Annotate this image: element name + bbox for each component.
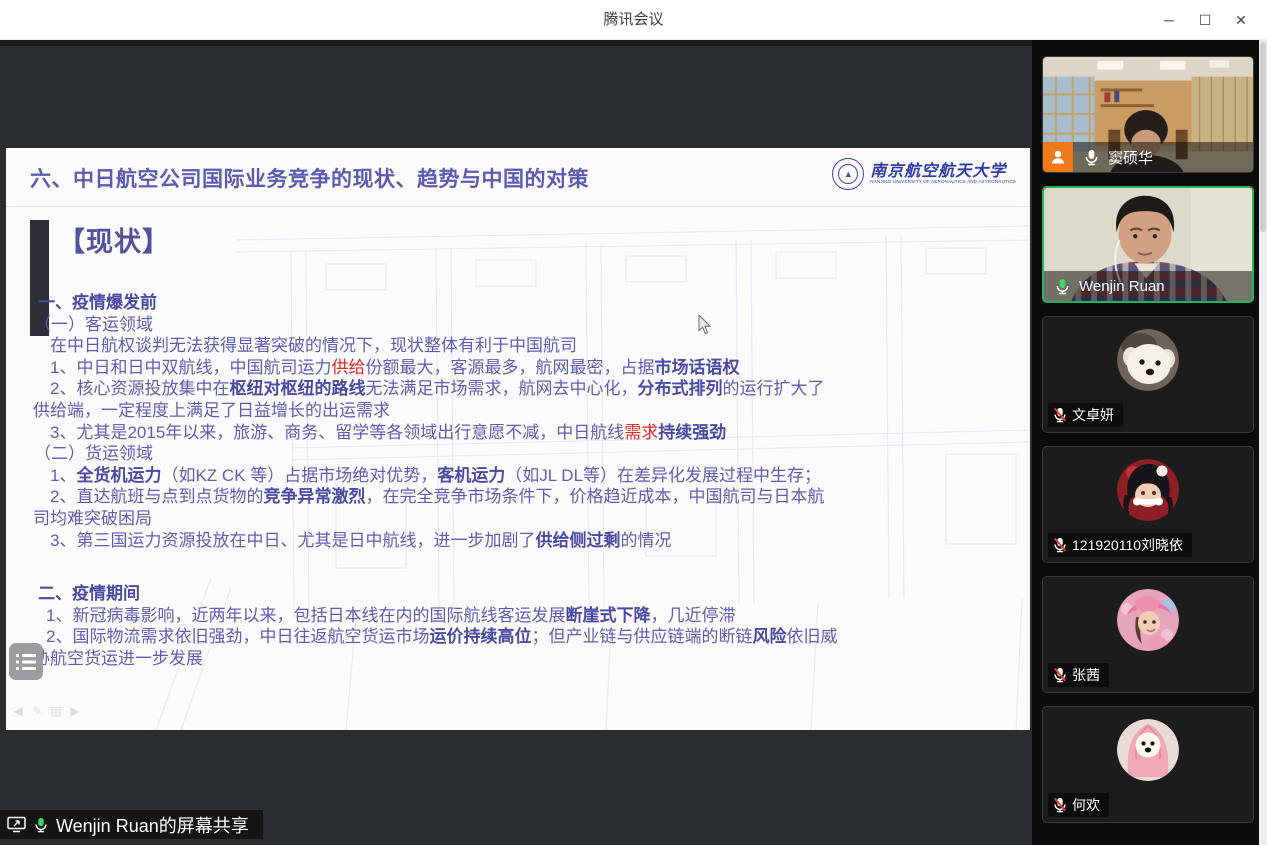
slide-title: 六、中日航空公司国际业务竞争的现状、趋势与中国的对策 (30, 163, 589, 193)
pages-icon[interactable]: ▤ (50, 704, 62, 718)
slide-text-line: 司均难突破困局 (33, 508, 1012, 530)
mic-muted-icon (1052, 797, 1068, 813)
list-icon (16, 653, 36, 671)
shared-screen-area: 六、中日航空公司国际业务竞争的现状、趋势与中国的对策 ▲ 南京航空航天大学 NA… (0, 40, 1032, 845)
slide-text-line: 2、核心资源投放集中在枢纽对枢纽的路线无法满足市场需求，航网去中心化，分布式排列… (50, 378, 1012, 400)
screen-share-label: Wenjin Ruan的屏幕共享 (56, 812, 249, 838)
slide-section-heading: 【现状】 (58, 220, 170, 259)
slide-text-line: 1、新冠病毒影响，近两年以来，包括日本线在内的国际航线客运发展断崖式下降，几近停… (46, 605, 1012, 627)
mouse-cursor (698, 315, 712, 335)
slide-body: 一、疫情爆发前（一）客运领域在中日航权谈判无法获得显著突破的情况下，现状整体有利… (33, 292, 1012, 670)
participant-tile-2[interactable]: Wenjin Ruan (1042, 186, 1254, 303)
participant-name: 窦硕华 (1108, 147, 1153, 168)
participant-name-chip: 文卓妍 (1048, 403, 1123, 427)
window-titlebar: 腾讯会议 ─ ☐ ✕ (0, 0, 1267, 40)
participant-avatar (1117, 329, 1179, 391)
window-controls: ─ ☐ ✕ (1151, 0, 1259, 40)
participant-tile-1[interactable]: 窦硕华 (1042, 56, 1254, 173)
pen-tool-icon[interactable]: ✎ (31, 704, 43, 718)
participant-name-chip: 121920110刘晓依 (1048, 533, 1192, 557)
participant-avatar (1117, 589, 1179, 651)
university-logo: ▲ 南京航空航天大学 NANJING UNIVERSITY OF AERONAU… (832, 158, 1016, 190)
screen-share-banner: Wenjin Ruan的屏幕共享 (0, 810, 263, 839)
banner-mic-icon (33, 817, 49, 833)
mic-muted-icon (1052, 537, 1068, 553)
participant-avatar (1117, 459, 1179, 521)
window-title: 腾讯会议 (0, 0, 1267, 40)
university-emblem-icon: ▲ (832, 158, 864, 190)
minimize-button[interactable]: ─ (1151, 0, 1187, 40)
mic-speaking-icon (1054, 278, 1071, 295)
participant-avatar (1117, 719, 1179, 781)
slide-text-line: （一）客运领域 (34, 314, 1012, 336)
participant-name-chip: 张茜 (1048, 663, 1109, 687)
participant-name: 121920110刘晓依 (1072, 535, 1183, 555)
reading-mode-controls: ◀ ✎ ▤ ▶ (12, 704, 81, 718)
maximize-button[interactable]: ☐ (1187, 0, 1223, 40)
mic-muted-icon (1052, 667, 1068, 683)
close-button[interactable]: ✕ (1223, 0, 1259, 40)
slide-text-line: 3、第三国运力资源投放在中日、尤其是日中航线，进一步加剧了供给侧过剩的情况 (50, 530, 1012, 552)
slide-text-line: 二、疫情期间 (38, 583, 1012, 605)
slide-text-line: 供给端，一定程度上满足了日益增长的出运需求 (33, 400, 1012, 422)
slide-text-line: 在中日航权谈判无法获得显著突破的情况下，现状整体有利于中国航司 (50, 335, 1012, 357)
slide-line-spacer (33, 551, 1012, 583)
mic-muted-icon (1052, 407, 1068, 423)
next-page-icon[interactable]: ▶ (69, 704, 81, 718)
slide-text-line: 1、中日和日中双航线，中国航司运力供给份额最大，客源最多，航网最密，占据市场话语… (50, 357, 1012, 379)
participant-name-bar: Wenjin Ruan (1044, 271, 1252, 301)
slide-text-line: 1、全货机运力（如KZ CK 等）占据市场绝对优势，客机运力（如JL DL等）在… (50, 465, 1012, 487)
presentation-slide: 六、中日航空公司国际业务竞争的现状、趋势与中国的对策 ▲ 南京航空航天大学 NA… (6, 148, 1030, 730)
slide-text-line: 2、国际物流需求依旧强劲，中日往返航空货运市场运价持续高位；但产业链与供应链端的… (46, 626, 1012, 648)
participant-sidebar: 窦硕华 Wenjin Ruan 文卓妍 121920110刘晓依张茜何欢 (1032, 40, 1267, 845)
sidebar-scrollbar[interactable] (1259, 40, 1267, 845)
university-name-en: NANJING UNIVERSITY OF AERONAUTICS AND AS… (870, 180, 1016, 185)
participant-tile-5[interactable]: 张茜 (1042, 576, 1254, 693)
share-top-strip (0, 40, 1032, 46)
host-badge-icon (1043, 142, 1073, 172)
slide-title-separator (6, 206, 1030, 207)
scrollbar-thumb[interactable] (1260, 42, 1266, 232)
slide-text-line: 一、疫情爆发前 (38, 292, 1012, 314)
university-name-cn: 南京航空航天大学 (870, 163, 1016, 180)
participant-name-chip: 何欢 (1048, 793, 1109, 817)
mic-on-icon (1083, 149, 1100, 166)
participant-name: Wenjin Ruan (1079, 278, 1165, 295)
participant-name-bar: 窦硕华 (1043, 142, 1253, 172)
screen-share-icon (7, 816, 26, 833)
slide-text-line: （二）货运领域 (34, 443, 1012, 465)
slide-text-line: 胁航空货运进一步发展 (33, 648, 1012, 670)
participant-name: 张茜 (1072, 665, 1100, 685)
slide-text-line: 2、直达航班与点到点货物的竞争异常激烈，在完全竞争市场条件下，价格趋近成本，中国… (50, 486, 1012, 508)
participant-tile-6[interactable]: 何欢 (1042, 706, 1254, 823)
participant-tile-3[interactable]: 文卓妍 (1042, 316, 1254, 433)
prev-page-icon[interactable]: ◀ (12, 704, 24, 718)
participant-list: 窦硕华 Wenjin Ruan 文卓妍 121920110刘晓依张茜何欢 (1042, 56, 1254, 823)
participant-tile-4[interactable]: 121920110刘晓依 (1042, 446, 1254, 563)
participant-name: 文卓妍 (1072, 405, 1114, 425)
slide-text-line: 3、尤其是2015年以来，旅游、商务、留学等各领域出行意愿不减，中日航线需求持续… (50, 422, 1012, 444)
participant-name: 何欢 (1072, 795, 1100, 815)
toc-list-button[interactable] (9, 643, 43, 680)
